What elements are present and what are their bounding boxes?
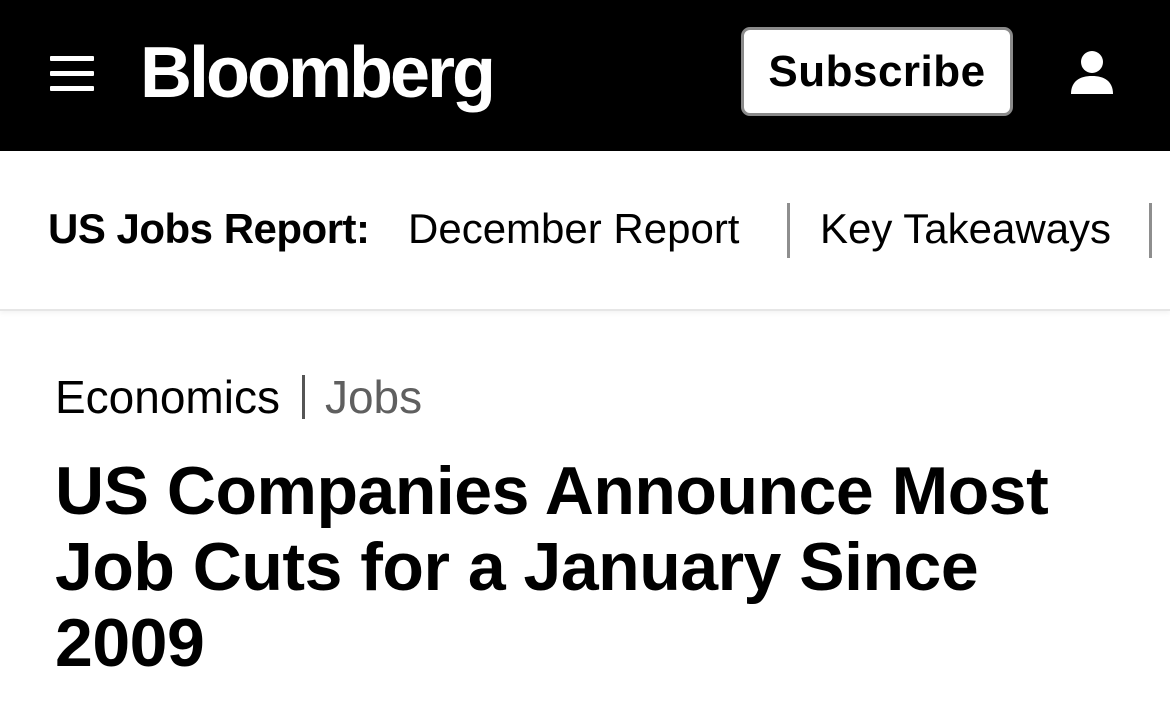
breadcrumb: Economics Jobs (55, 370, 422, 424)
breadcrumb-separator (301, 375, 305, 419)
subnav-divider (1149, 203, 1152, 258)
hamburger-menu-icon[interactable] (50, 56, 94, 92)
subnav-label: US Jobs Report: (48, 205, 370, 252)
jobs-report-subnav: US Jobs Report: December Report Key Take… (0, 151, 1170, 311)
breadcrumb-jobs[interactable]: Jobs (325, 371, 422, 423)
menu-line (50, 56, 94, 61)
subnav-divider (787, 203, 790, 258)
user-silhouette-icon (1071, 51, 1113, 94)
menu-line (50, 71, 94, 76)
subnav-link-december-report[interactable]: December Report (408, 205, 739, 253)
subnav-link-key-takeaways[interactable]: Key Takeaways (820, 205, 1111, 253)
menu-line (50, 86, 94, 91)
subscribe-button[interactable]: Subscribe (741, 27, 1013, 116)
user-account-icon[interactable] (1066, 50, 1118, 98)
article-headline: US Companies Announce Most Job Cuts for … (55, 453, 1049, 681)
bloomberg-logo[interactable]: Bloomberg (140, 28, 496, 118)
top-header-bar: Bloomberg Subscribe (0, 0, 1170, 151)
breadcrumb-economics[interactable]: Economics (55, 371, 280, 423)
